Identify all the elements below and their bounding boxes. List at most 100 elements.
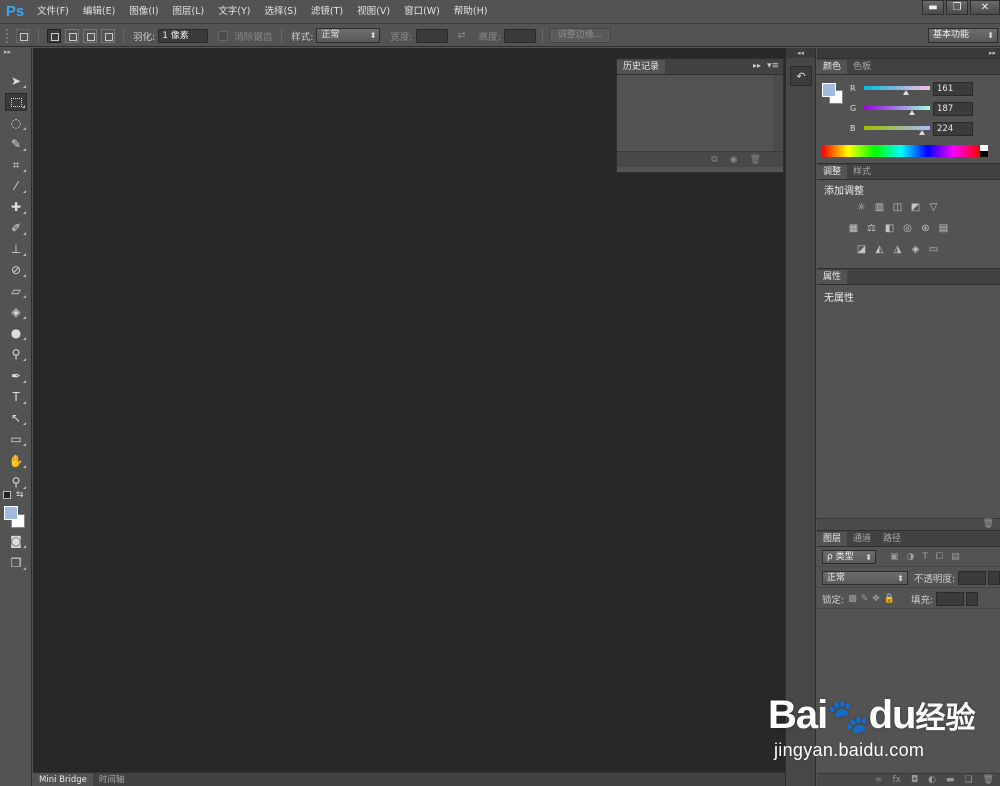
menu-filter[interactable]: 滤镜(T) — [304, 0, 350, 24]
swap-colors-icon[interactable]: ⇆ — [16, 490, 24, 500]
width-input[interactable] — [415, 28, 448, 43]
color-spectrum-bar[interactable] — [822, 145, 980, 157]
new-adjustment-layer-icon[interactable]: ◐ — [928, 775, 936, 785]
delete-layer-icon[interactable]: 🗑 — [983, 775, 994, 785]
lasso-tool-icon[interactable]: ◌ — [5, 114, 27, 132]
rectangle-tool-icon[interactable]: ▭ — [5, 430, 27, 448]
panel-collapse-icon[interactable]: ▸▸ — [753, 61, 761, 70]
toolbar-collapse-icon[interactable]: ▸▸ — [0, 48, 31, 57]
refine-edge-button[interactable]: 调整边缘... — [548, 28, 612, 43]
tab-channels[interactable]: 通道 — [847, 532, 877, 546]
link-layers-icon[interactable]: ∞ — [875, 775, 883, 785]
lock-all-icon[interactable]: 🔒 — [884, 594, 895, 604]
menu-file[interactable]: 文件(F) — [30, 0, 76, 24]
curves-icon[interactable]: ◫ — [891, 201, 904, 214]
menu-help[interactable]: 帮助(H) — [447, 0, 495, 24]
trash-icon[interactable]: 🗑 — [750, 155, 761, 165]
workspace-select[interactable]: 基本功能 — [928, 28, 998, 43]
clone-stamp-tool-icon[interactable]: ⊥ — [5, 240, 27, 258]
restore-button[interactable]: ❐ — [946, 0, 968, 15]
exposure-icon[interactable]: ◩ — [909, 201, 922, 214]
pixel-layer-filter-icon[interactable]: ▣ — [890, 552, 899, 562]
panel-menu-icon[interactable]: ▾≡ — [767, 61, 779, 71]
layer-style-icon[interactable]: fx — [892, 775, 901, 785]
layer-filter-select[interactable]: ρ 类型 — [822, 549, 876, 564]
tab-layers[interactable]: 图层 — [817, 532, 848, 546]
green-slider-track[interactable] — [864, 106, 930, 110]
height-input[interactable] — [503, 28, 536, 43]
type-layer-filter-icon[interactable]: T — [922, 552, 928, 562]
photo-filter-icon[interactable]: ◎ — [901, 222, 914, 235]
minimize-button[interactable]: ▬ — [922, 0, 944, 15]
history-list[interactable] — [617, 75, 783, 151]
levels-icon[interactable]: ▥ — [873, 201, 886, 214]
red-slider-thumb[interactable] — [902, 90, 909, 95]
hue-saturation-icon[interactable]: ▦ — [847, 222, 860, 235]
opacity-input[interactable] — [958, 570, 986, 585]
green-slider-thumb[interactable] — [909, 110, 916, 115]
rectangular-marquee-tool-icon[interactable] — [5, 93, 27, 111]
menu-window[interactable]: 窗口(W) — [397, 0, 447, 24]
foreground-color-swatch[interactable] — [4, 506, 18, 520]
dodge-tool-icon[interactable]: ⚲ — [5, 345, 27, 363]
healing-brush-tool-icon[interactable]: ✚ — [5, 198, 27, 216]
antialias-checkbox[interactable] — [218, 30, 229, 41]
color-balance-icon[interactable]: ⚖ — [865, 222, 878, 235]
blue-slider-thumb[interactable] — [919, 130, 926, 135]
type-tool-icon[interactable]: T — [5, 388, 27, 406]
blue-value-input[interactable]: 224 — [933, 122, 973, 136]
marquee-preset-icon[interactable] — [16, 28, 30, 43]
intersect-selection-icon[interactable] — [101, 28, 115, 43]
tab-mini-bridge[interactable]: Mini Bridge — [33, 773, 93, 786]
paint-bucket-tool-icon[interactable]: ◈ — [5, 303, 27, 321]
menu-edit[interactable]: 编辑(E) — [76, 0, 122, 24]
tab-adjustments[interactable]: 调整 — [817, 165, 848, 179]
screen-mode-icon[interactable]: ❐ — [5, 554, 27, 572]
default-colors-icon[interactable] — [3, 491, 11, 499]
lock-position-icon[interactable]: ✥ — [872, 594, 880, 604]
opacity-dropdown-icon[interactable] — [988, 570, 1000, 585]
quick-mask-icon[interactable]: ◙ — [5, 532, 27, 550]
close-button[interactable]: ✕ — [970, 0, 1000, 15]
color-lookup-icon[interactable]: ▤ — [937, 222, 950, 235]
menu-select[interactable]: 选择(S) — [257, 0, 303, 24]
lock-transparent-icon[interactable]: ▩ — [848, 594, 857, 604]
vibrance-icon[interactable]: ▽ — [927, 201, 940, 214]
color-foreground-swatch[interactable] — [822, 83, 836, 97]
hand-tool-icon[interactable]: ✋ — [5, 452, 27, 470]
swap-dimensions-icon[interactable]: ⇄ — [458, 30, 466, 41]
adjustment-layer-filter-icon[interactable]: ◑ — [907, 552, 915, 562]
lock-image-icon[interactable]: ✎ — [861, 594, 869, 604]
add-mask-icon[interactable]: ◘ — [911, 775, 918, 785]
pen-tool-icon[interactable]: ✒ — [5, 367, 27, 385]
move-tool-icon[interactable]: ➤ — [5, 72, 27, 90]
trash-icon[interactable]: 🗑 — [983, 519, 994, 529]
smart-object-filter-icon[interactable]: ▤ — [951, 552, 960, 562]
dock-collapse-icon[interactable]: ◂◂ — [786, 48, 815, 58]
tab-paths[interactable]: 路径 — [877, 532, 907, 546]
quick-selection-tool-icon[interactable]: ✎ — [5, 135, 27, 153]
tab-history[interactable]: 历史记录 — [617, 60, 666, 74]
red-slider-track[interactable] — [864, 86, 930, 90]
feather-input[interactable]: 1 像素 — [158, 28, 209, 43]
new-layer-icon[interactable]: ❏ — [964, 775, 972, 785]
tab-properties[interactable]: 属性 — [817, 270, 848, 284]
history-brush-tool-icon[interactable]: ⊘ — [5, 261, 27, 279]
eyedropper-tool-icon[interactable]: ⁄ — [5, 177, 27, 195]
menu-layer[interactable]: 图层(L) — [166, 0, 212, 24]
eraser-tool-icon[interactable]: ▱ — [5, 282, 27, 300]
black-white-swatch[interactable] — [980, 145, 988, 157]
shape-layer-filter-icon[interactable]: ⧠ — [936, 552, 943, 562]
blend-mode-select[interactable]: 正常 — [822, 570, 908, 585]
invert-icon[interactable]: ◪ — [855, 243, 868, 256]
brush-tool-icon[interactable]: ✐ — [5, 219, 27, 237]
brightness-contrast-icon[interactable]: ☼ — [855, 201, 868, 214]
threshold-icon[interactable]: ◮ — [891, 243, 904, 256]
tab-color[interactable]: 颜色 — [817, 60, 848, 74]
options-bar-grip[interactable] — [6, 28, 10, 43]
subtract-selection-icon[interactable] — [83, 28, 97, 43]
history-panel-icon[interactable]: ↶ — [790, 66, 812, 86]
black-white-icon[interactable]: ◧ — [883, 222, 896, 235]
blur-tool-icon[interactable]: ● — [5, 324, 27, 342]
crop-tool-icon[interactable]: ⌗ — [5, 156, 27, 174]
